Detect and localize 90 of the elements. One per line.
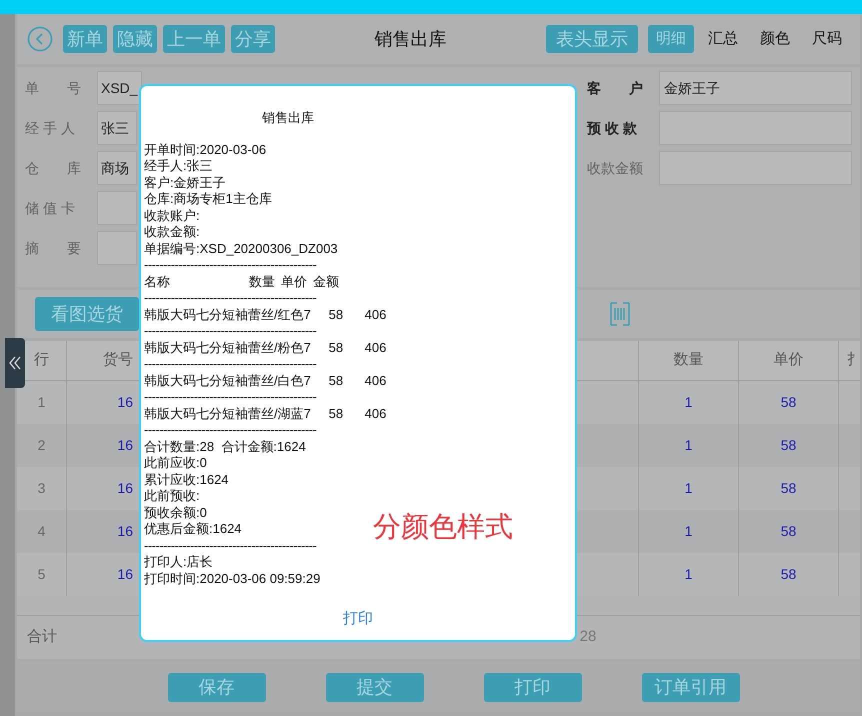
table-cell: 5 [17, 553, 67, 596]
receipt-divider: --------------------------------------------- [144, 323, 316, 340]
item-name: 韩版大码七分短袖蕾丝/红色 [144, 306, 304, 323]
receipt-line: 收款账户: [144, 208, 200, 224]
view-tab[interactable]: 尺码 [804, 25, 850, 53]
column-heading: 单价 [281, 274, 307, 290]
item-quantity: 7 [304, 406, 312, 422]
column-heading: 金额 [313, 274, 339, 290]
receipt-line: 累计应收:1624 [144, 472, 229, 488]
back-icon[interactable] [27, 26, 53, 52]
footer-button[interactable]: 打印 [484, 672, 582, 702]
field-label: 单 号 [25, 78, 82, 98]
receipt-line: 合计数量:28 合计金额:1624 [144, 438, 306, 455]
receipt-line: 预收余额:0 [144, 504, 207, 521]
page-title: 销售出库 [374, 28, 448, 50]
receipt-divider: --------------------------------------------- [144, 257, 316, 274]
receipt-line: 经手人:张三 [144, 158, 213, 174]
receipt-divider: --------------------------------------------- [144, 290, 316, 306]
view-tab[interactable]: 明细 [648, 25, 694, 53]
receipt-line: 收款金额: [144, 224, 200, 240]
toolbar-button[interactable]: 新单 [63, 25, 107, 53]
column-header: 货号 [102, 350, 134, 370]
item-amount: 406 [364, 372, 386, 389]
field-label: 收款金额 [587, 158, 644, 178]
receipt-line: 此前应收:0 [144, 455, 207, 472]
column-header: 扌 [838, 341, 860, 380]
dialog-title: 销售出库 [261, 109, 315, 127]
footer-button[interactable]: 订单引用 [642, 672, 740, 702]
field-label: 经 手 人 [25, 118, 76, 138]
column-heading: 名称 [144, 274, 171, 290]
text-field[interactable]: 金娇王子 [659, 71, 852, 105]
item-quantity: 7 [304, 340, 312, 356]
footer-button[interactable]: 提交 [326, 672, 424, 702]
item-amount: 406 [364, 340, 386, 356]
header-toggle-button[interactable]: 表头显示 [546, 25, 638, 53]
text-field[interactable]: 商场 [97, 151, 137, 185]
barcode-icon[interactable] [610, 301, 630, 327]
receipt-line: 单据编号:XSD_20200306_DZ003 [144, 240, 338, 257]
annotation-text: 分颜色样式 [373, 510, 513, 544]
receipt-divider: --------------------------------------------- [144, 356, 316, 372]
item-quantity: 7 [304, 306, 312, 323]
item-amount: 406 [364, 306, 386, 323]
receipt-line: 仓库:商场专柜1主仓库 [144, 191, 272, 208]
column-header: 数量 [638, 341, 738, 380]
print-button[interactable]: 打印 [339, 608, 377, 630]
column-header: 单价 [738, 341, 838, 380]
item-name: 韩版大码七分短袖蕾丝/粉色 [144, 340, 304, 356]
item-price: 58 [328, 306, 344, 323]
text-field[interactable]: 张三 [97, 111, 137, 145]
receipt-line: 打印时间:2020-03-06 09:59:29 [144, 570, 320, 587]
receipt-divider: --------------------------------------------- [144, 538, 316, 554]
total-label: 合计 [26, 627, 58, 648]
footer-button[interactable]: 保存 [168, 672, 266, 702]
receipt-divider: --------------------------------------------- [144, 422, 316, 438]
table-cell-text: 16 [116, 436, 134, 455]
field-label: 预 收 款 [587, 118, 638, 138]
item-price: 58 [328, 372, 344, 389]
field-label: 客 户 [587, 78, 644, 98]
item-name: 韩版大码七分短袖蕾丝/白色 [144, 372, 304, 389]
toolbar-button[interactable]: 隐藏 [113, 25, 157, 53]
item-price: 58 [328, 406, 344, 422]
receipt-line: 开单时间:2020-03-06 [144, 142, 266, 158]
double-chevron-icon [9, 355, 21, 371]
table-cell-text: 16 [116, 393, 134, 412]
view-tab[interactable]: 汇总 [700, 25, 746, 53]
table-cell-text: 16 [116, 522, 134, 541]
table-cell-text: 16 [116, 565, 134, 584]
toolbar-button[interactable]: 分享 [231, 25, 275, 53]
table-cell: 1 [638, 553, 738, 596]
item-price: 58 [328, 340, 344, 356]
field-label: 摘 要 [25, 238, 82, 258]
column-heading: 数量 [249, 274, 275, 290]
field-label: 储 值 卡 [25, 198, 76, 218]
total-quantity: 28 [578, 627, 598, 648]
table-cell-text: 16 [116, 479, 134, 498]
toolbar-button[interactable]: 上一单 [163, 25, 225, 53]
view-tab[interactable]: 颜色 [752, 25, 798, 53]
item-amount: 406 [364, 406, 386, 422]
item-quantity: 7 [304, 372, 312, 389]
receipt-divider: --------------------------------------------- [144, 389, 316, 406]
pick-goods-button[interactable]: 看图选货 [35, 297, 139, 331]
item-name: 韩版大码七分短袖蕾丝/湖蓝 [144, 406, 304, 422]
receipt-line: 客户:金娇王子 [144, 174, 226, 191]
receipt-line: 打印人:店长 [144, 554, 213, 570]
field-label: 仓 库 [25, 158, 82, 178]
table-cell: 58 [738, 553, 838, 596]
receipt-line: 优惠后金额:1624 [144, 521, 242, 538]
receipt-line: 此前预收: [144, 488, 200, 504]
text-field[interactable]: XSD_ [97, 71, 142, 105]
collapse-handle[interactable] [5, 338, 25, 388]
